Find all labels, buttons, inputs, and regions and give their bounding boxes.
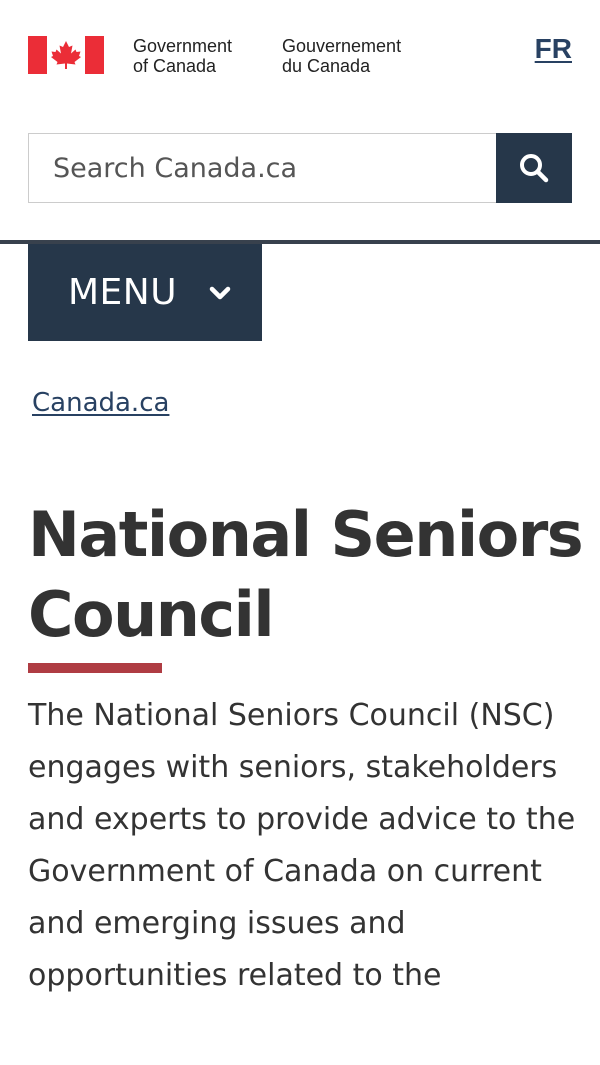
canada-flag-icon xyxy=(28,36,104,74)
breadcrumb-canada-link[interactable]: Canada.ca xyxy=(32,388,169,418)
government-signature[interactable]: Government of Canada Gouvernement du Can… xyxy=(28,36,401,76)
page-title: National Seniors Council xyxy=(28,498,584,651)
signature-fr-line1: Gouvernement xyxy=(282,36,402,56)
page: Government of Canada Gouvernement du Can… xyxy=(0,0,600,1065)
search-icon xyxy=(520,154,549,183)
title-underline-accent xyxy=(28,663,162,673)
signature-french: Gouvernement du Canada xyxy=(282,36,401,76)
search-form xyxy=(28,133,572,203)
language-toggle-link[interactable]: FR xyxy=(535,33,572,65)
signature-en-line1: Government xyxy=(133,36,233,56)
search-button[interactable] xyxy=(496,133,572,203)
chevron-down-icon xyxy=(209,286,231,299)
signature-fr-line2: du Canada xyxy=(282,56,371,76)
search-input[interactable] xyxy=(28,133,496,203)
intro-paragraph: The National Seniors Council (NSC) engag… xyxy=(28,698,576,993)
menu-button[interactable]: MENU xyxy=(28,244,262,341)
signature-english: Government of Canada xyxy=(133,36,232,76)
signature-en-line2: of Canada xyxy=(133,56,217,76)
menu-label: MENU xyxy=(68,272,178,313)
